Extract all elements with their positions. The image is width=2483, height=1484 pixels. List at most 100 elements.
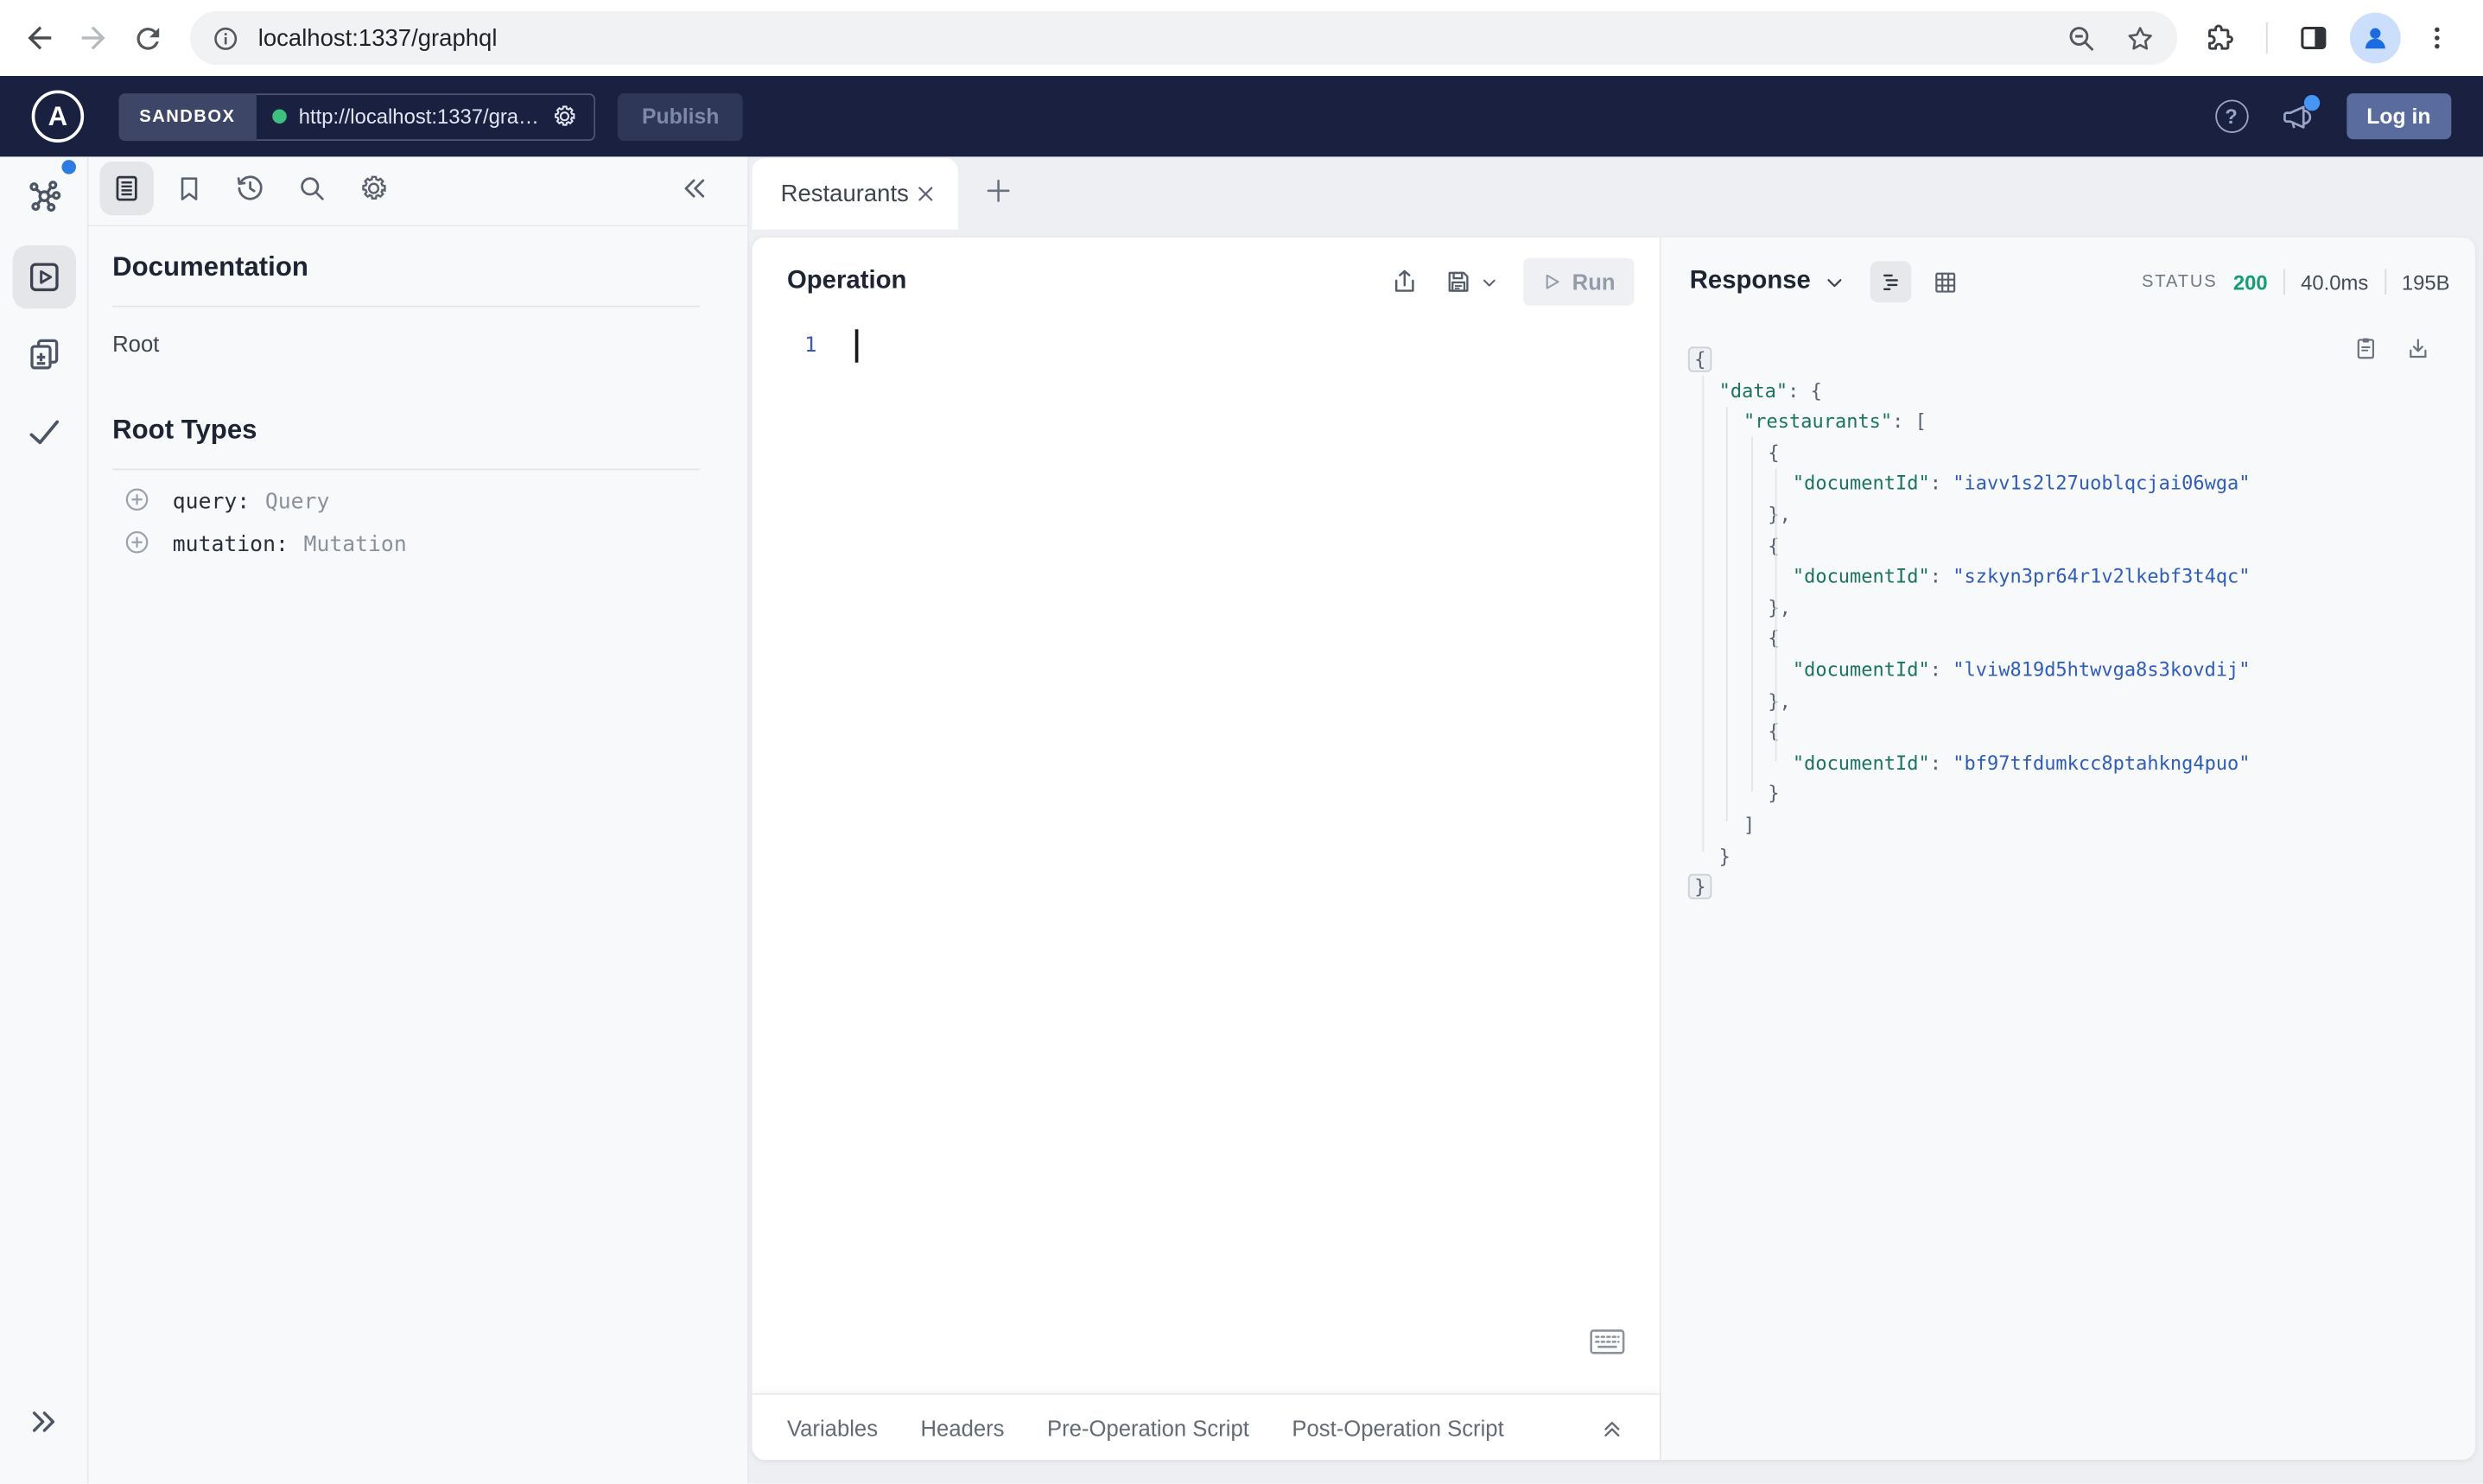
browser-forward-button[interactable]	[67, 11, 120, 65]
field-name[interactable]: mutation:	[173, 532, 289, 557]
keyboard-shortcuts-button[interactable]	[1590, 1329, 1625, 1355]
drawer-tab[interactable]: Variables	[787, 1415, 878, 1440]
rail-changelog-button[interactable]	[23, 334, 63, 374]
response-title: Response	[1689, 267, 1811, 295]
gear-icon	[362, 175, 386, 200]
save-floppy-icon	[1448, 271, 1469, 292]
operation-header: Operation Run	[753, 238, 1660, 327]
response-dropdown-chevron-icon[interactable]	[1825, 271, 1845, 292]
table-view-icon	[1935, 271, 1956, 292]
connection-settings-gear-icon[interactable]	[552, 103, 579, 130]
new-tab-button[interactable]	[983, 175, 1013, 206]
document-list-icon	[116, 175, 137, 201]
plus-circle-icon[interactable]	[124, 529, 150, 555]
field-type[interactable]: Mutation	[304, 532, 407, 557]
docs-collapse-button[interactable]	[668, 162, 721, 215]
site-info-icon[interactable]	[213, 24, 239, 51]
chevron-down-icon	[1483, 278, 1496, 286]
rail-schema-button[interactable]	[23, 177, 65, 219]
apollo-logo[interactable]: A	[31, 90, 85, 143]
field-name[interactable]: query:	[173, 489, 250, 514]
save-button[interactable]	[1444, 268, 1497, 296]
three-dots-icon	[2435, 27, 2440, 49]
docs-settings-tab[interactable]	[346, 162, 400, 215]
json-line: "data": {	[1718, 379, 1822, 402]
reload-icon	[136, 27, 159, 49]
rail-explorer-button[interactable]	[11, 245, 76, 309]
docs-documentation-tab[interactable]	[99, 161, 154, 216]
tab-label: Restaurants	[780, 180, 909, 208]
left-rail	[0, 156, 89, 1484]
docs-saved-tab[interactable]	[162, 162, 215, 215]
json-line: {	[1768, 720, 1780, 743]
docs-history-tab[interactable]	[223, 162, 276, 215]
double-chevron-left-icon	[684, 179, 705, 198]
field-type[interactable]: Query	[265, 489, 329, 514]
login-button[interactable]: Log in	[2346, 93, 2452, 140]
response-metrics: STATUS 200 40.0ms 195B	[2142, 269, 2449, 295]
person-icon	[2365, 28, 2385, 49]
profile-avatar[interactable]	[2350, 12, 2401, 64]
address-bar[interactable]: localhost:1337/graphql	[189, 10, 2178, 66]
drawer-tab[interactable]: Post-Operation Script	[1292, 1415, 1503, 1440]
endpoint-input[interactable]: http://localhost:1337/gra…	[256, 92, 596, 141]
root-link[interactable]: Root	[112, 331, 159, 356]
indent-guide	[1775, 468, 1777, 762]
browser-reload-button[interactable]	[120, 11, 174, 65]
bookmark-star-icon[interactable]	[2125, 23, 2156, 54]
json-line: }	[1687, 872, 2475, 904]
bookmark-icon	[180, 176, 197, 200]
publish-button[interactable]: Publish	[618, 92, 743, 141]
browser-back-button[interactable]	[13, 11, 67, 65]
response-header: Response STATUS 200 40.0ms 195B	[1661, 238, 2475, 327]
close-tab-icon[interactable]	[915, 184, 936, 205]
plus-circle-icon[interactable]	[124, 486, 150, 513]
play-icon	[1546, 274, 1559, 289]
help-button[interactable]: ?	[2214, 99, 2248, 133]
drawer-expand-button[interactable]	[1599, 1415, 1624, 1440]
json-line: {	[1768, 627, 1780, 650]
plus-icon	[987, 179, 1010, 202]
checkmark-icon	[29, 420, 59, 445]
response-json[interactable]: {"data": {"restaurants": [{"documentId":…	[1687, 333, 2475, 1460]
tab-restaurants[interactable]: Restaurants	[752, 158, 958, 230]
table-view-button[interactable]	[1925, 261, 1966, 302]
json-line: "documentId": "szkyn3pr64r1v2lkebf3t4qc"	[1792, 565, 2251, 588]
tree-view-button[interactable]	[1870, 261, 1913, 303]
explorer-play-icon	[29, 263, 58, 292]
double-chevron-up-icon	[1604, 1421, 1620, 1436]
indent-guide	[1725, 407, 1728, 822]
response-duration: 40.0ms	[2301, 270, 2369, 295]
notification-dot	[2302, 94, 2320, 111]
extensions-button[interactable]	[2194, 11, 2247, 65]
json-line: },	[1768, 503, 1791, 526]
back-arrow-icon	[28, 26, 52, 50]
history-clock-icon	[237, 175, 263, 200]
side-panel-icon	[2301, 27, 2327, 49]
json-line: }	[1718, 844, 1730, 867]
run-button[interactable]: Run	[1522, 257, 1635, 306]
operation-editor[interactable]	[839, 327, 1659, 1393]
side-panel-button[interactable]	[2287, 11, 2340, 65]
query-field-row[interactable]: query: Query	[124, 485, 329, 515]
response-pane: Response STATUS 200 40.0ms 195B {"data"…	[1661, 237, 2475, 1460]
announcements-button[interactable]	[2279, 94, 2320, 134]
indent-guide	[1751, 436, 1754, 792]
share-icon[interactable]	[1390, 268, 1419, 296]
docs-toolbar	[88, 156, 748, 227]
url-text[interactable]: localhost:1337/graphql	[258, 24, 2067, 51]
json-line: "documentId": "lviw819d5htwvga8s3kovdij"	[1792, 658, 2251, 682]
apollo-sandbox-window: localhost:1337/graphql A SANDBOX http://…	[0, 0, 2483, 1484]
status-label: STATUS	[2142, 272, 2218, 292]
zoom-out-icon[interactable]	[2067, 23, 2097, 54]
drawer-tab[interactable]: Pre-Operation Script	[1047, 1415, 1249, 1440]
endpoint-url-text[interactable]: http://localhost:1337/gra…	[299, 105, 539, 128]
connection-status-dot	[271, 109, 287, 124]
json-line: {	[1768, 441, 1780, 464]
browser-menu-button[interactable]	[2410, 11, 2464, 65]
drawer-tab[interactable]: Headers	[921, 1415, 1005, 1440]
rail-checks-button[interactable]	[23, 412, 65, 453]
docs-search-tab[interactable]	[285, 162, 339, 215]
mutation-field-row[interactable]: mutation: Mutation	[124, 527, 407, 557]
rail-expand-button[interactable]	[26, 1405, 60, 1439]
